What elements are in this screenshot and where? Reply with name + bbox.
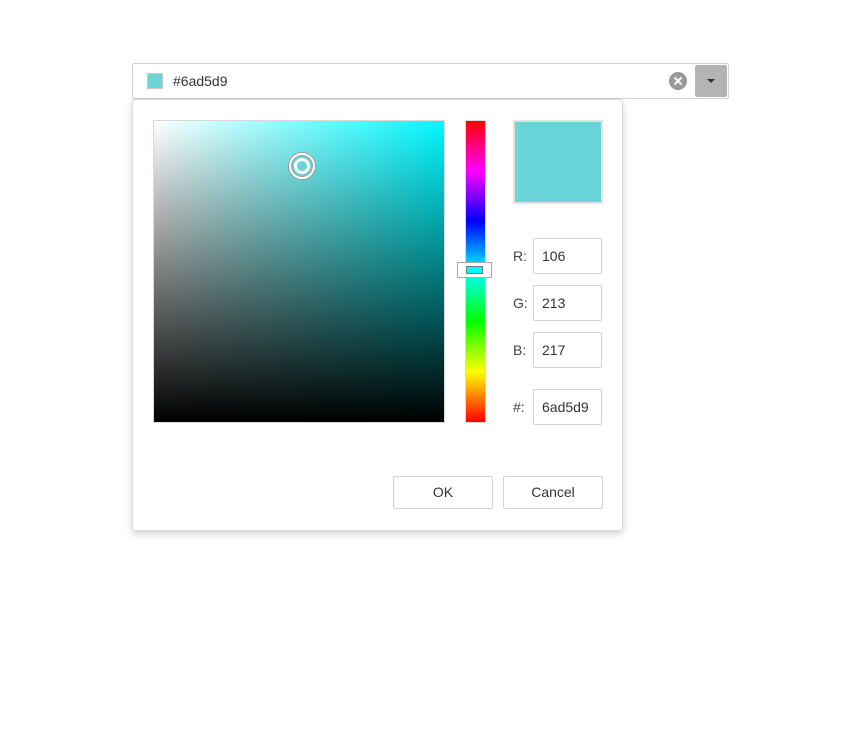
sv-handle[interactable] [288, 153, 315, 180]
cancel-button[interactable]: Cancel [503, 476, 603, 509]
saturation-brightness-area[interactable] [153, 120, 445, 423]
caret-down-icon [707, 79, 715, 83]
green-input[interactable] [533, 285, 602, 321]
blue-input[interactable] [533, 332, 602, 368]
color-preview [513, 120, 603, 204]
sv-handle-ring [293, 158, 310, 175]
hex-label: #: [513, 399, 525, 415]
dropdown-toggle-button[interactable] [695, 65, 727, 97]
selected-color-swatch [147, 73, 163, 89]
clear-icon[interactable] [669, 72, 687, 90]
hue-slider[interactable] [457, 120, 492, 423]
ok-button[interactable]: OK [393, 476, 493, 509]
page: #6ad5d9 R: G: B: #: OK Cancel [0, 0, 841, 736]
hue-handle-swatch [466, 265, 483, 274]
color-combobox[interactable]: #6ad5d9 [132, 63, 729, 99]
red-label: R: [513, 248, 527, 264]
hue-slider-handle[interactable] [457, 261, 492, 278]
green-label: G: [513, 295, 528, 311]
color-value-text: #6ad5d9 [173, 73, 228, 89]
blue-label: B: [513, 342, 527, 358]
red-input[interactable] [533, 238, 602, 274]
hex-input[interactable] [533, 389, 602, 425]
color-picker-popup: R: G: B: #: OK Cancel [132, 99, 623, 531]
